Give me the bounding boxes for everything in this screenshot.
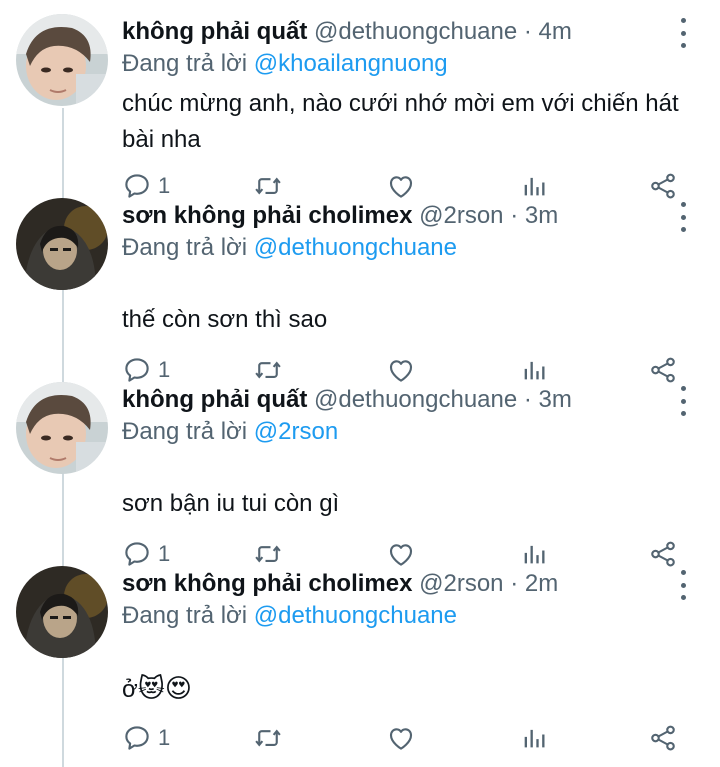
retweet-icon [252, 723, 284, 753]
timestamp[interactable]: 3m [539, 386, 572, 413]
speech-bubble-icon [122, 355, 152, 385]
mention-link[interactable]: @dethuongchuane [254, 602, 457, 629]
heart-icon [386, 355, 416, 385]
separator-dot: · [510, 570, 519, 597]
like-button[interactable] [386, 166, 416, 206]
reply-button[interactable]: 1 [122, 166, 170, 206]
action-bar: 1 [0, 534, 720, 574]
tweet-text: chúc mừng anh, nào cưới nhớ mời em với c… [122, 90, 679, 153]
replying-to: Đang trả lời @dethuongchuane [122, 232, 457, 264]
retweet-button[interactable] [252, 166, 284, 206]
tweet-text: ở😻😍 [122, 670, 702, 708]
speech-bubble-icon [122, 171, 152, 201]
more-options-icon[interactable] [676, 386, 690, 416]
speech-bubble-icon [122, 539, 152, 569]
user-handle[interactable]: @dethuongchuane [314, 386, 517, 413]
more-options-icon[interactable] [676, 202, 690, 232]
reply-count: 1 [158, 725, 171, 750]
avatar[interactable] [16, 198, 108, 290]
timestamp[interactable]: 4m [539, 18, 572, 45]
reply-count: 1 [158, 357, 171, 382]
separator-dot: · [523, 386, 532, 413]
share-button[interactable] [648, 718, 678, 758]
like-button[interactable] [386, 350, 416, 390]
analytics-button[interactable] [520, 350, 548, 390]
tweet-text: sơn bận iu tui còn gì [122, 490, 340, 517]
analytics-button[interactable] [520, 534, 548, 574]
retweet-icon [252, 539, 284, 569]
reply-count: 1 [158, 173, 171, 198]
action-bar: 1 [0, 718, 720, 758]
replying-to-label: Đang trả lời [122, 602, 248, 629]
like-button[interactable] [386, 534, 416, 574]
separator-dot: · [523, 18, 532, 45]
timestamp[interactable]: 3m [525, 202, 558, 229]
user-handle[interactable]: @2rson [419, 202, 503, 229]
more-options-icon[interactable] [676, 18, 690, 48]
bar-chart-icon [520, 355, 548, 385]
user-handle[interactable]: @2rson [419, 570, 503, 597]
tweet-text: thế còn sơn thì sao [122, 306, 328, 333]
user-handle[interactable]: @dethuongchuane [314, 18, 517, 45]
share-icon [648, 171, 678, 201]
action-bar: 1 [0, 166, 720, 206]
bar-chart-icon [520, 539, 548, 569]
share-icon [648, 723, 678, 753]
avatar[interactable] [16, 566, 108, 658]
analytics-button[interactable] [520, 718, 548, 758]
avatar[interactable] [16, 382, 108, 474]
mention-link[interactable]: @2rson [254, 418, 338, 445]
replying-to-label: Đang trả lời [122, 418, 248, 445]
bar-chart-icon [520, 171, 548, 201]
heart-icon [386, 171, 416, 201]
action-bar: 1 [0, 350, 720, 390]
timestamp[interactable]: 2m [525, 570, 558, 597]
more-options-icon[interactable] [676, 570, 690, 600]
speech-bubble-icon [122, 723, 152, 753]
heart-icon [386, 723, 416, 753]
retweet-button[interactable] [252, 718, 284, 758]
display-name[interactable]: sơn không phải cholimex [122, 202, 412, 229]
mention-link[interactable]: @dethuongchuane [254, 234, 457, 261]
replying-to: Đang trả lời @dethuongchuane [122, 600, 457, 632]
reply-button[interactable]: 1 [122, 534, 170, 574]
tweet-header: không phải quất @dethuongchuane · 4m [122, 16, 572, 48]
tweet[interactable]: không phải quất @dethuongchuane · 4m Đan… [0, 0, 720, 183]
bar-chart-icon [520, 723, 548, 753]
tweet[interactable]: sơn không phải cholimex @2rson · 2m Đang… [0, 552, 720, 735]
reply-count: 1 [158, 541, 171, 566]
share-icon [648, 539, 678, 569]
retweet-button[interactable] [252, 534, 284, 574]
share-button[interactable] [648, 166, 678, 206]
share-button[interactable] [648, 350, 678, 390]
retweet-icon [252, 355, 284, 385]
heart-icon [386, 539, 416, 569]
share-icon [648, 355, 678, 385]
retweet-button[interactable] [252, 350, 284, 390]
replying-to: Đang trả lời @2rson [122, 416, 338, 448]
tweet[interactable]: không phải quất @dethuongchuane · 3m Đan… [0, 368, 720, 551]
avatar[interactable] [16, 14, 108, 106]
emoji-heart-eyes: 😍 [164, 673, 192, 703]
analytics-button[interactable] [520, 166, 548, 206]
replying-to-label: Đang trả lời [122, 234, 248, 261]
reply-button[interactable]: 1 [122, 718, 170, 758]
retweet-icon [252, 171, 284, 201]
reply-button[interactable]: 1 [122, 350, 170, 390]
display-name[interactable]: không phải quất [122, 18, 307, 45]
display-name[interactable]: không phải quất [122, 386, 307, 413]
separator-dot: · [510, 202, 519, 229]
tweet[interactable]: sơn không phải cholimex @2rson · 3m Đang… [0, 184, 720, 367]
emoji-heart-eyes-cat: 😻 [137, 673, 165, 703]
tweet-text-body: ở [122, 676, 138, 703]
replying-to: Đang trả lời @khoailangnuong [122, 48, 448, 80]
share-button[interactable] [648, 534, 678, 574]
replying-to-label: Đang trả lời [122, 50, 248, 77]
mention-link[interactable]: @khoailangnuong [254, 50, 448, 77]
like-button[interactable] [386, 718, 416, 758]
display-name[interactable]: sơn không phải cholimex [122, 570, 412, 597]
